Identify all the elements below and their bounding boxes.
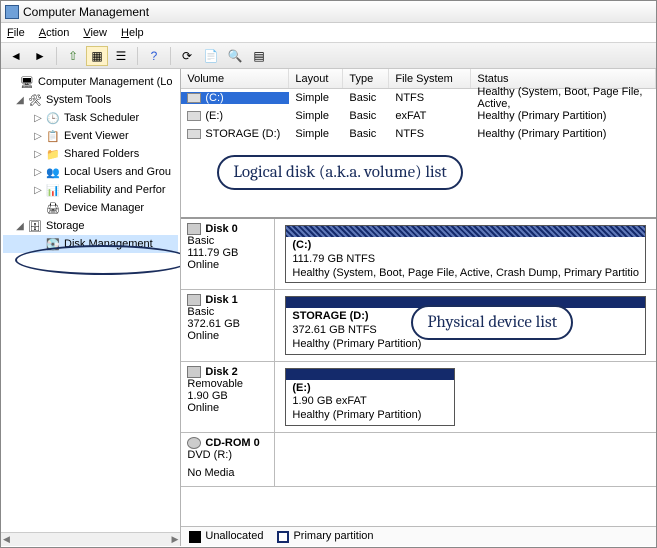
legend-swatch-unallocated — [189, 531, 201, 543]
tree-storage[interactable]: ◢ 🗄 Storage — [3, 217, 178, 235]
disk-info: CD-ROM 0 DVD (R:) No Media — [181, 433, 275, 486]
tools-icon: 🛠 — [27, 93, 43, 107]
cdrom-icon — [187, 437, 201, 449]
action-button[interactable]: ▤ — [248, 46, 270, 66]
forward-button[interactable]: ► — [29, 46, 51, 66]
disk-info: Disk 1 Basic 372.61 GB Online — [181, 290, 275, 360]
collapse-icon: ◢ — [13, 221, 27, 232]
volume-list: Volume Layout Type File System Status (C… — [181, 69, 656, 219]
disk-info: Disk 0 Basic 111.79 GB Online — [181, 219, 275, 289]
partition[interactable]: (E:) 1.90 GB exFAT Healthy (Primary Part… — [285, 368, 455, 426]
window-title: Computer Management — [23, 5, 149, 19]
settings-list-button[interactable]: 📄 — [200, 46, 222, 66]
disk-icon — [187, 223, 201, 235]
menu-help[interactable]: Help — [121, 27, 144, 39]
expand-icon: ▷ — [31, 149, 45, 160]
drive-icon — [187, 93, 201, 103]
partition[interactable]: (C:) 111.79 GB NTFS Healthy (System, Boo… — [285, 225, 646, 283]
collapse-icon: ◢ — [13, 95, 27, 106]
content-pane: Volume Layout Type File System Status (C… — [181, 69, 656, 546]
expand-icon: ▷ — [31, 131, 45, 142]
storage-icon: 🗄 — [27, 219, 43, 233]
tree-local-users[interactable]: ▷ 👥 Local Users and Grou — [3, 163, 178, 181]
tree-task-scheduler[interactable]: ▷ 🕒 Task Scheduler — [3, 109, 178, 127]
col-volume[interactable]: Volume — [181, 69, 289, 88]
tree-event-viewer[interactable]: ▷ 📋 Event Viewer — [3, 127, 178, 145]
menu-view[interactable]: View — [83, 27, 107, 39]
menu-action[interactable]: Action — [39, 27, 70, 39]
menubar: File Action View Help — [1, 23, 656, 43]
event-icon: 📋 — [45, 129, 61, 143]
volume-row[interactable]: (C:) Simple Basic NTFS Healthy (System, … — [181, 89, 656, 107]
expand-icon: ▷ — [31, 185, 45, 196]
drive-icon — [187, 129, 201, 139]
cdrom-row[interactable]: CD-ROM 0 DVD (R:) No Media — [181, 433, 656, 487]
tree-disk-management[interactable]: 💽 Disk Management — [3, 235, 178, 253]
legend-primary: Primary partition — [277, 530, 373, 542]
toolbar-separator — [170, 47, 171, 65]
tree-system-tools[interactable]: ◢ 🛠 System Tools — [3, 91, 178, 109]
disk-row[interactable]: Disk 1 Basic 372.61 GB Online STORAGE (D… — [181, 290, 656, 361]
partition[interactable]: STORAGE (D:) 372.61 GB NTFS Healthy (Pri… — [285, 296, 646, 354]
titlebar: Computer Management — [1, 1, 656, 23]
legend-swatch-primary — [277, 531, 289, 543]
scroll-left-icon[interactable]: ◀ — [3, 534, 10, 545]
partition-header — [286, 297, 645, 308]
disk-icon — [187, 366, 201, 378]
partition-header — [286, 226, 645, 237]
nav-tree: 🖥 Computer Management (Lo ◢ 🛠 System Too… — [1, 69, 181, 546]
computer-icon: 🖥 — [19, 75, 35, 89]
toolbar-separator — [56, 47, 57, 65]
toolbar-separator — [137, 47, 138, 65]
app-icon — [5, 5, 19, 19]
legend: Unallocated Primary partition — [181, 526, 656, 546]
scroll-right-icon[interactable]: ▶ — [171, 534, 178, 545]
properties-button[interactable]: ☰ — [110, 46, 132, 66]
legend-unallocated: Unallocated — [189, 530, 263, 542]
physical-disk-list: Disk 0 Basic 111.79 GB Online (C:) 111.7… — [181, 219, 656, 526]
drive-icon — [187, 111, 201, 121]
find-button[interactable]: 🔍 — [224, 46, 246, 66]
disk-info: Disk 2 Removable 1.90 GB Online — [181, 362, 275, 432]
col-layout[interactable]: Layout — [289, 69, 343, 88]
help-button[interactable]: ? — [143, 46, 165, 66]
expand-icon: ▷ — [31, 167, 45, 178]
disk-icon: 💽 — [45, 237, 61, 251]
tree-device-manager[interactable]: 🖨 Device Manager — [3, 199, 178, 217]
toolbar: ◄ ► ⇧ ▦ ☰ ? ⟳ 📄 🔍 ▤ — [1, 43, 656, 69]
volume-row[interactable]: (E:) Simple Basic exFAT Healthy (Primary… — [181, 107, 656, 125]
folder-icon: 📁 — [45, 147, 61, 161]
menu-file[interactable]: File — [7, 27, 25, 39]
refresh-button[interactable]: ⟳ — [176, 46, 198, 66]
expand-icon: ▷ — [31, 113, 45, 124]
col-type[interactable]: Type — [343, 69, 389, 88]
volume-row[interactable]: STORAGE (D:) Simple Basic NTFS Healthy (… — [181, 125, 656, 143]
perfmon-icon: 📊 — [45, 183, 61, 197]
tree-root[interactable]: 🖥 Computer Management (Lo — [3, 73, 178, 91]
partition-header — [286, 369, 454, 380]
disk-row[interactable]: Disk 0 Basic 111.79 GB Online (C:) 111.7… — [181, 219, 656, 290]
disk-row[interactable]: Disk 2 Removable 1.90 GB Online (E:) 1.9… — [181, 362, 656, 433]
users-icon: 👥 — [45, 165, 61, 179]
tree-reliability[interactable]: ▷ 📊 Reliability and Perfor — [3, 181, 178, 199]
tree-horizontal-scrollbar[interactable]: ◀ ▶ — [1, 532, 180, 546]
clock-icon: 🕒 — [45, 111, 61, 125]
tree-shared-folders[interactable]: ▷ 📁 Shared Folders — [3, 145, 178, 163]
col-filesystem[interactable]: File System — [389, 69, 471, 88]
back-button[interactable]: ◄ — [5, 46, 27, 66]
disk-icon — [187, 294, 201, 306]
device-icon: 🖨 — [45, 201, 61, 215]
up-button[interactable]: ⇧ — [62, 46, 84, 66]
show-tree-button[interactable]: ▦ — [86, 46, 108, 66]
